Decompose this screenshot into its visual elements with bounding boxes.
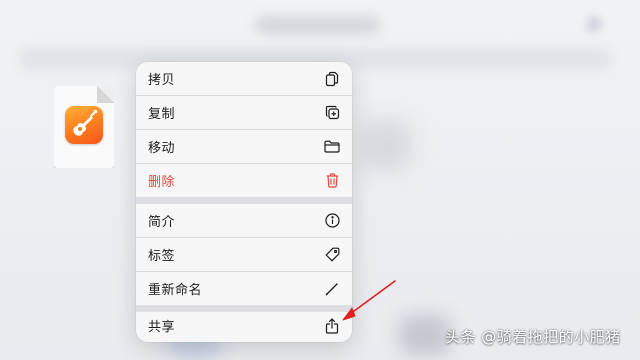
menu-item-duplicate[interactable]: 复制 bbox=[136, 96, 352, 129]
blurred-title bbox=[255, 16, 380, 34]
pencil-icon bbox=[324, 281, 340, 297]
menu-item-label: 标签 bbox=[148, 249, 176, 264]
trash-icon bbox=[324, 173, 340, 189]
context-menu: 拷贝 复制 移动 删除 简介 标签 重新命名 共享 bbox=[136, 62, 352, 342]
watermark-text: 头条 @骑着拖把的小肥猪 bbox=[445, 328, 621, 346]
menu-item-label: 复制 bbox=[148, 107, 176, 122]
menu-item-label: 共享 bbox=[148, 320, 176, 335]
blurred-button bbox=[586, 16, 602, 32]
menu-item-label: 移动 bbox=[148, 141, 176, 156]
duplicate-icon bbox=[324, 105, 340, 121]
menu-item-move[interactable]: 移动 bbox=[136, 130, 352, 163]
menu-item-info[interactable]: 简介 bbox=[136, 204, 352, 237]
section-gap bbox=[136, 197, 352, 204]
blurred-file bbox=[400, 315, 450, 355]
garageband-icon bbox=[65, 106, 103, 144]
share-icon bbox=[324, 317, 340, 334]
blurred-file bbox=[360, 120, 410, 170]
menu-item-label: 拷贝 bbox=[148, 73, 176, 88]
info-icon bbox=[324, 213, 340, 229]
menu-item-tags[interactable]: 标签 bbox=[136, 238, 352, 271]
tag-icon bbox=[324, 247, 340, 263]
menu-item-share[interactable]: 共享 bbox=[136, 309, 352, 342]
menu-item-label: 重新命名 bbox=[148, 283, 203, 298]
menu-item-label: 删除 bbox=[148, 175, 176, 190]
menu-item-rename[interactable]: 重新命名 bbox=[136, 272, 352, 305]
menu-item-copy[interactable]: 拷贝 bbox=[136, 62, 352, 95]
copy-doc-icon bbox=[324, 71, 340, 87]
menu-item-label: 简介 bbox=[148, 215, 176, 230]
folder-icon bbox=[324, 139, 340, 155]
menu-item-delete[interactable]: 删除 bbox=[136, 164, 352, 197]
file-corner-fold bbox=[97, 86, 114, 103]
